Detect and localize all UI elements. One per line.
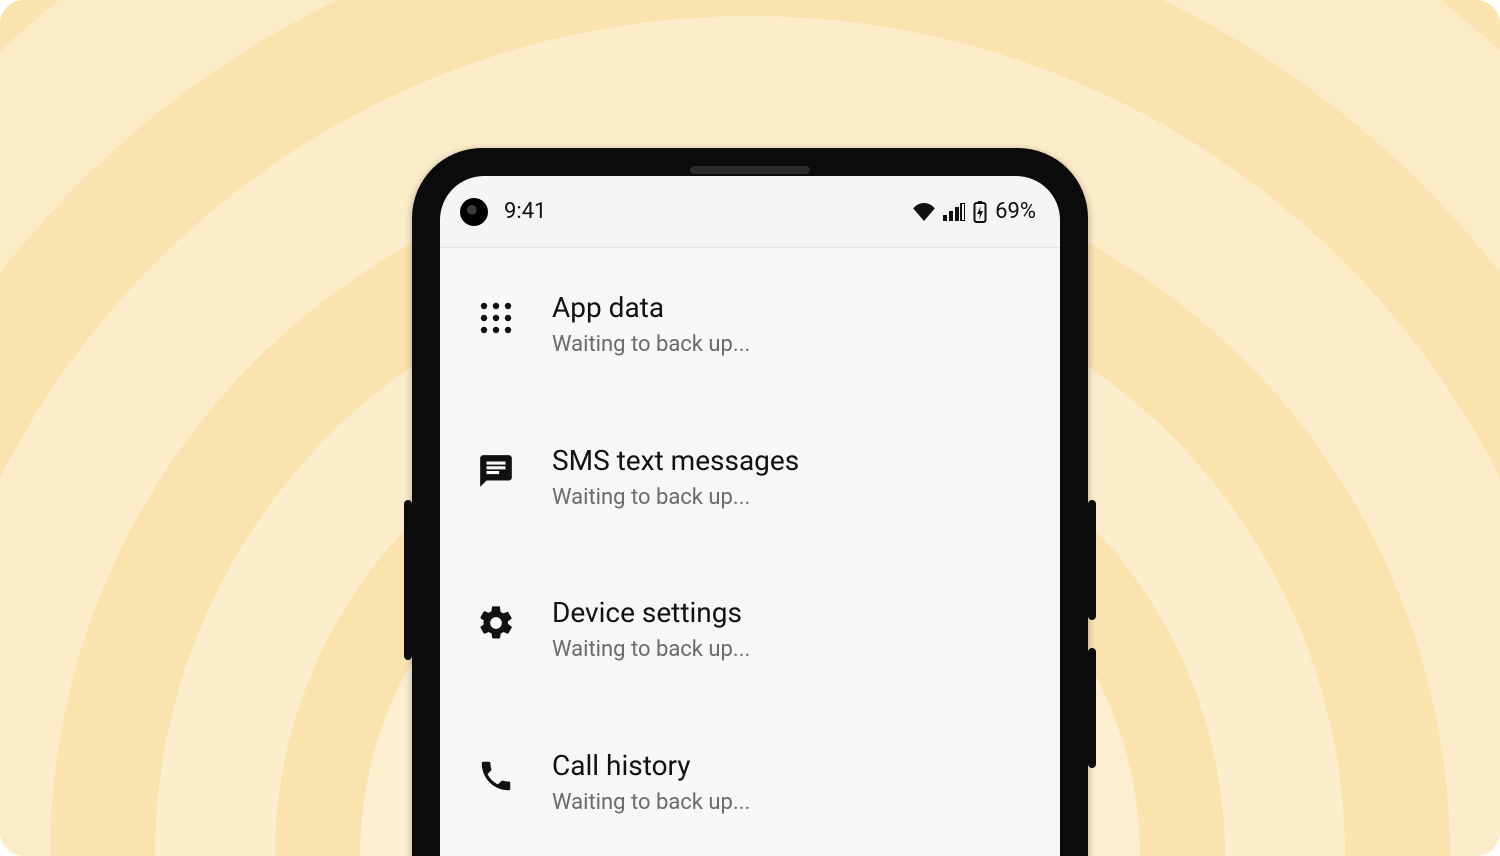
message-icon <box>474 449 518 493</box>
phone-screen: 9:41 <box>440 176 1060 856</box>
apps-grid-icon <box>474 296 518 340</box>
phone-icon <box>474 754 518 798</box>
camera-cutout <box>460 198 488 226</box>
list-item-subtitle: Waiting to back up... <box>552 331 750 359</box>
list-item-title: App data <box>552 290 750 325</box>
wifi-icon <box>913 203 935 221</box>
list-item-sms[interactable]: SMS text messages Waiting to back up... <box>468 419 1032 538</box>
status-time: 9:41 <box>504 199 546 224</box>
power-button[interactable] <box>404 500 412 660</box>
list-item-call-history[interactable]: Call history Waiting to back up... <box>468 724 1032 843</box>
gear-icon <box>474 601 518 645</box>
list-item-title: Device settings <box>552 595 750 630</box>
list-item-subtitle: Waiting to back up... <box>552 636 750 664</box>
list-item-device-settings[interactable]: Device settings Waiting to back up... <box>468 571 1032 690</box>
list-item-app-data[interactable]: App data Waiting to back up... <box>468 266 1032 385</box>
list-item-title: SMS text messages <box>552 443 799 478</box>
backup-list: App data Waiting to back up... SMS text … <box>440 248 1060 856</box>
list-item-subtitle: Waiting to back up... <box>552 789 750 817</box>
volume-down-button[interactable] <box>1088 648 1096 768</box>
phone-frame: 9:41 <box>412 148 1088 856</box>
volume-up-button[interactable] <box>1088 500 1096 620</box>
battery-percentage: 69% <box>995 199 1036 224</box>
list-item-title: Call history <box>552 748 750 783</box>
illustration-canvas: 9:41 <box>0 0 1500 856</box>
cellular-signal-icon <box>943 203 965 221</box>
battery-icon <box>973 201 987 223</box>
earpiece <box>690 166 810 174</box>
status-bar: 9:41 <box>440 176 1060 248</box>
list-item-subtitle: Waiting to back up... <box>552 484 799 512</box>
